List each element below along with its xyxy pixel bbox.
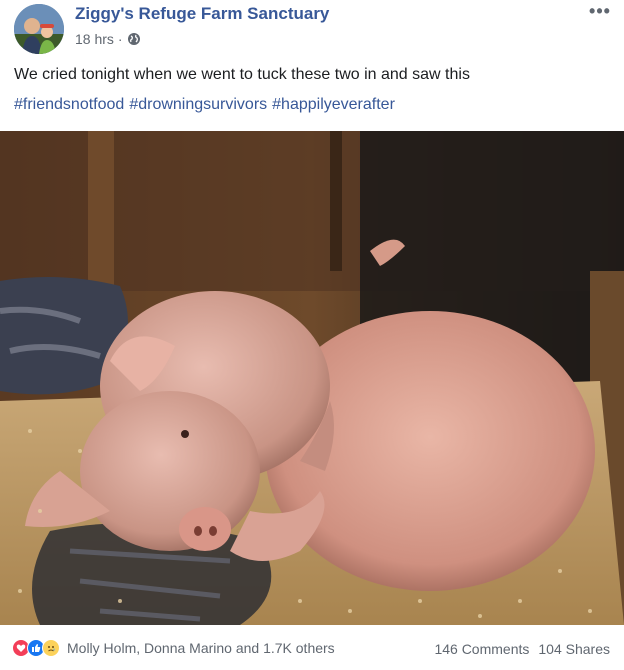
timestamp-link[interactable]: 18 hrs bbox=[75, 31, 114, 47]
photo-two-pigs-sleeping bbox=[0, 131, 624, 625]
shares-count-link[interactable]: 104 Shares bbox=[538, 641, 610, 657]
meta-separator: · bbox=[117, 31, 123, 47]
post-caption: We cried tonight when we went to tuck th… bbox=[14, 66, 470, 83]
reactions-summary[interactable]: Molly Holm, Donna Marino and 1.7K others bbox=[12, 639, 335, 657]
post-footer: Molly Holm, Donna Marino and 1.7K others… bbox=[0, 625, 624, 670]
more-options-icon[interactable]: ••• bbox=[588, 2, 612, 22]
globe-icon[interactable] bbox=[127, 32, 141, 46]
post-meta: 18 hrs · bbox=[75, 31, 141, 47]
post-photo[interactable] bbox=[0, 131, 624, 625]
engagement-counts: 146 Comments 104 Shares bbox=[434, 641, 610, 657]
hashtag-list: #friendsnotfood #drowningsurvivors #happ… bbox=[14, 96, 395, 114]
hashtag-happilyeverafter[interactable]: #happilyeverafter bbox=[272, 96, 395, 114]
sad-reaction-icon bbox=[42, 639, 60, 657]
comments-count-link[interactable]: 146 Comments bbox=[434, 641, 529, 657]
hashtag-drowningsurvivors[interactable]: #drowningsurvivors bbox=[129, 96, 267, 114]
hashtag-friendsnotfood[interactable]: #friendsnotfood bbox=[14, 96, 124, 114]
page-name-link[interactable]: Ziggy's Refuge Farm Sanctuary bbox=[75, 4, 329, 24]
page-avatar[interactable] bbox=[14, 4, 64, 54]
post-header: Ziggy's Refuge Farm Sanctuary 18 hrs · •… bbox=[0, 0, 624, 62]
reaction-names[interactable]: Molly Holm, Donna Marino and 1.7K others bbox=[67, 640, 335, 656]
facebook-post: Ziggy's Refuge Farm Sanctuary 18 hrs · •… bbox=[0, 0, 624, 670]
